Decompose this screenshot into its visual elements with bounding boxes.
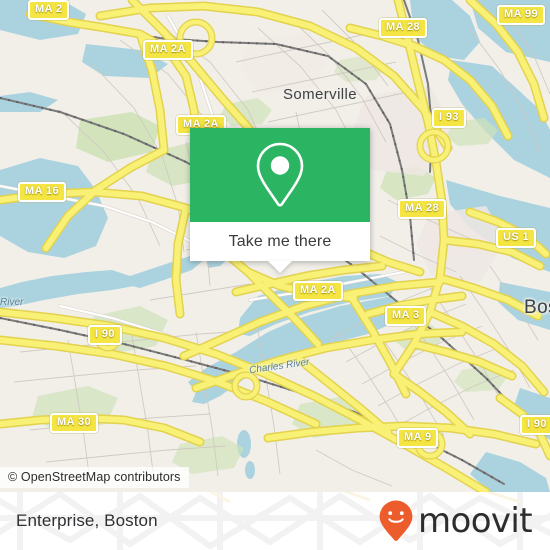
highway-shield: MA 2 (28, 0, 70, 20)
map-canvas[interactable]: Somerville Bos Charles River River MA 2 … (0, 0, 550, 492)
highway-shield: MA 3 (385, 306, 427, 326)
highway-shield: US 1 (496, 228, 537, 248)
popup-header (190, 128, 370, 222)
location-popup-card[interactable]: Take me there (190, 128, 370, 273)
highway-shield: MA 28 (398, 199, 446, 219)
footer-bar: Enterprise, Boston moovit (0, 492, 550, 550)
moovit-location-screenshot: Somerville Bos Charles River River MA 2 … (0, 0, 550, 550)
highway-shield: MA 2A (143, 40, 193, 60)
highway-shield: MA 9 (397, 428, 439, 448)
take-me-there-label: Take me there (228, 232, 332, 250)
highway-shield: I 90 (520, 415, 550, 435)
highway-shield: MA 30 (50, 413, 98, 433)
highway-shield: MA 16 (18, 182, 66, 202)
moovit-logo[interactable]: moovit (377, 499, 533, 543)
highway-shield: I 93 (432, 108, 466, 128)
highway-shield: I 90 (88, 325, 122, 345)
map-pin-icon (190, 128, 370, 222)
highway-shield: MA 2A (293, 281, 343, 301)
osm-attribution: © OpenStreetMap contributors (0, 467, 189, 488)
moovit-wordmark: moovit (417, 501, 533, 541)
moovit-pin-smiley-icon (379, 500, 413, 541)
location-title: Enterprise, Boston (16, 511, 158, 530)
popup-action-bar[interactable]: Take me there (190, 222, 370, 261)
popup-pointer (268, 261, 292, 273)
highway-shield: MA 28 (379, 18, 427, 38)
highway-shield: MA 99 (497, 5, 545, 25)
